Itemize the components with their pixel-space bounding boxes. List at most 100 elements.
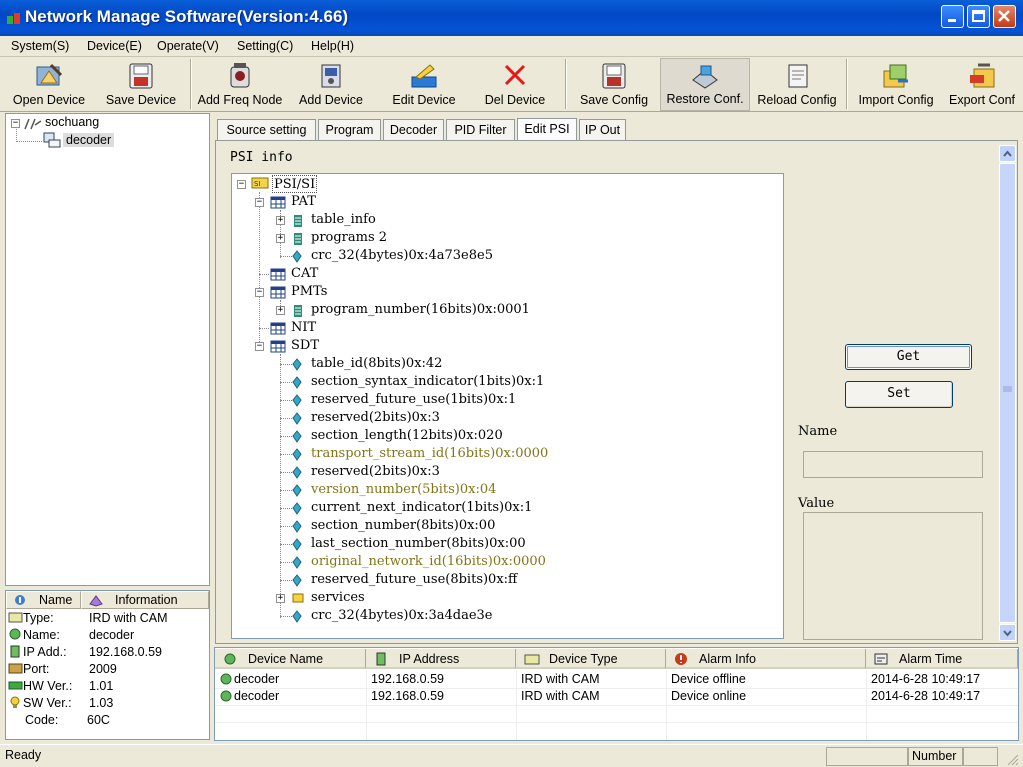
psi-sdt-field[interactable]: version_number(5bits)0x:04 — [311, 481, 496, 499]
psi-sdt-field[interactable]: reserved(2bits)0x:3 — [311, 409, 440, 427]
vertical-scrollbar[interactable] — [999, 145, 1016, 641]
sdt-toggle[interactable]: − — [255, 342, 264, 351]
chevron-up-icon — [1003, 150, 1012, 157]
add-freq-node-button[interactable]: Add Freq Node — [195, 58, 285, 111]
info-header-information[interactable]: Information — [81, 591, 209, 609]
list-icon — [294, 233, 302, 245]
alarm-list[interactable]: Device Name IP Address Device Type Alarm… — [214, 647, 1019, 741]
tree-item-decoder[interactable]: decoder — [63, 133, 115, 147]
psi-sdt-field[interactable]: section_number(8bits)0x:00 — [311, 517, 495, 535]
psi-sdt-field[interactable]: transport_stream_id(16bits)0x:0000 — [311, 445, 548, 463]
alarm-col-device-type[interactable]: Device Type — [516, 649, 666, 669]
scroll-thumb[interactable] — [999, 163, 1016, 623]
program-number-toggle[interactable]: + — [276, 306, 285, 315]
tab-program[interactable]: Program — [318, 119, 381, 140]
tree-line — [280, 454, 292, 455]
main-window: Network Manage Software(Version:4.66) Sy… — [0, 0, 1023, 767]
psi-node-sdt[interactable]: SDT — [291, 337, 319, 355]
tree-line — [16, 141, 42, 142]
menu-device[interactable]: Device(E) — [87, 39, 142, 53]
psi-node-nit[interactable]: NIT — [291, 319, 316, 337]
pmts-toggle[interactable]: − — [255, 288, 264, 297]
psi-sdt-field[interactable]: original_network_id(16bits)0x:0000 — [311, 553, 546, 571]
menu-setting[interactable]: Setting(C) — [237, 39, 293, 53]
device-tree[interactable]: − sochuang decoder — [5, 113, 210, 586]
value-field[interactable] — [803, 512, 983, 640]
menu-system[interactable]: System(S) — [11, 39, 69, 53]
export-config-button[interactable]: Export Conf — [944, 58, 1020, 111]
tab-source-setting[interactable]: Source setting — [217, 119, 316, 140]
edit-device-button[interactable]: Edit Device — [385, 58, 463, 111]
field-icon — [292, 556, 302, 569]
delete-device-icon — [504, 64, 526, 86]
name-field[interactable] — [803, 451, 983, 478]
tree-root-sochuang[interactable]: sochuang — [45, 115, 99, 129]
tab-ip-out[interactable]: IP Out — [579, 119, 626, 140]
psi-node-pmts[interactable]: PMTs — [291, 283, 327, 301]
add-device-button[interactable]: Add Device — [292, 58, 370, 111]
value-label: Value — [798, 496, 835, 511]
add-device-icon — [321, 64, 341, 88]
tree-collapse-toggle[interactable]: − — [11, 119, 20, 128]
save-config-button[interactable]: Save Config — [572, 58, 656, 111]
information-icon — [89, 595, 103, 607]
alarm-col-alarm-time[interactable]: Alarm Time — [866, 649, 1018, 669]
open-device-icon — [36, 63, 63, 86]
maximize-icon — [972, 10, 985, 22]
alarm-col-alarm-info[interactable]: Alarm Info — [666, 649, 866, 669]
psi-sdt-field[interactable]: reserved(2bits)0x:3 — [311, 463, 440, 481]
programs-toggle[interactable]: + — [276, 234, 285, 243]
tab-strip: Source setting Program Decoder PID Filte… — [215, 118, 1015, 141]
menu-operate[interactable]: Operate(V) — [157, 39, 219, 53]
psi-node-sdt-crc[interactable]: crc_32(4bytes)0x:3a4dae3e — [311, 607, 493, 625]
psi-node-cat[interactable]: CAT — [291, 265, 318, 283]
psi-sdt-field[interactable]: section_length(12bits)0x:020 — [311, 427, 503, 445]
psi-node-pat-crc[interactable]: crc_32(4bytes)0x:4a73e8e5 — [311, 247, 493, 265]
psi-node-table-info[interactable]: table_info — [311, 211, 376, 229]
tab-edit-psi[interactable]: Edit PSI — [517, 118, 577, 141]
import-config-button[interactable]: Import Config — [852, 58, 940, 111]
status-bar: Ready Number — [0, 744, 1023, 767]
psi-node-services[interactable]: services — [311, 589, 365, 607]
alarm-col-device-name[interactable]: Device Name — [215, 649, 366, 669]
scroll-down-button[interactable] — [999, 624, 1016, 641]
restore-config-button[interactable]: Restore Conf. — [660, 58, 750, 111]
reload-config-icon — [788, 64, 808, 88]
scroll-up-button[interactable] — [999, 145, 1016, 162]
chevron-down-icon — [1003, 630, 1012, 637]
maximize-button[interactable] — [967, 5, 990, 28]
title-bar[interactable]: Network Manage Software(Version:4.66) — [0, 0, 1023, 36]
reload-config-button[interactable]: Reload Config — [754, 58, 840, 111]
psi-sdt-field[interactable]: reserved_future_use(1bits)0x:1 — [311, 391, 516, 409]
services-toggle[interactable]: + — [276, 594, 285, 603]
psi-node-programs[interactable]: programs 2 — [311, 229, 387, 247]
psi-sdt-field[interactable]: reserved_future_use(8bits)0x:ff — [311, 571, 517, 589]
psi-root[interactable]: PSI/SI — [272, 175, 318, 193]
tree-line — [280, 418, 292, 419]
psi-root-toggle[interactable]: − — [237, 180, 246, 189]
device-icon — [43, 132, 61, 148]
tab-pid-filter[interactable]: PID Filter — [446, 119, 515, 140]
psi-node-program-number[interactable]: program_number(16bits)0x:0001 — [311, 301, 530, 319]
tab-decoder[interactable]: Decoder — [383, 119, 444, 140]
pat-toggle[interactable]: − — [255, 198, 264, 207]
resize-grip-icon[interactable] — [1005, 752, 1019, 766]
set-button[interactable]: Set — [845, 381, 953, 408]
close-button[interactable] — [993, 5, 1016, 28]
hardware-icon — [8, 681, 23, 690]
alarm-col-ip-address[interactable]: IP Address — [366, 649, 516, 669]
get-button[interactable]: Get — [845, 344, 972, 370]
delete-device-button[interactable]: Del Device — [478, 58, 552, 111]
psi-sdt-field[interactable]: last_section_number(8bits)0x:00 — [311, 535, 526, 553]
menu-help[interactable]: Help(H) — [311, 39, 354, 53]
open-device-button[interactable]: Open Device — [8, 58, 90, 111]
psi-sdt-field[interactable]: current_next_indicator(1bits)0x:1 — [311, 499, 532, 517]
table-info-toggle[interactable]: + — [276, 216, 285, 225]
save-device-button[interactable]: Save Device — [100, 58, 182, 111]
psi-node-pat[interactable]: PAT — [291, 193, 316, 211]
minimize-button[interactable] — [941, 5, 964, 28]
psi-sdt-field[interactable]: table_id(8bits)0x:42 — [311, 355, 442, 373]
info-header-name[interactable]: Name — [6, 591, 81, 609]
psi-tree[interactable]: − SI PSI/SI − PAT + table_info + program… — [231, 173, 784, 639]
psi-sdt-field[interactable]: section_syntax_indicator(1bits)0x:1 — [311, 373, 544, 391]
